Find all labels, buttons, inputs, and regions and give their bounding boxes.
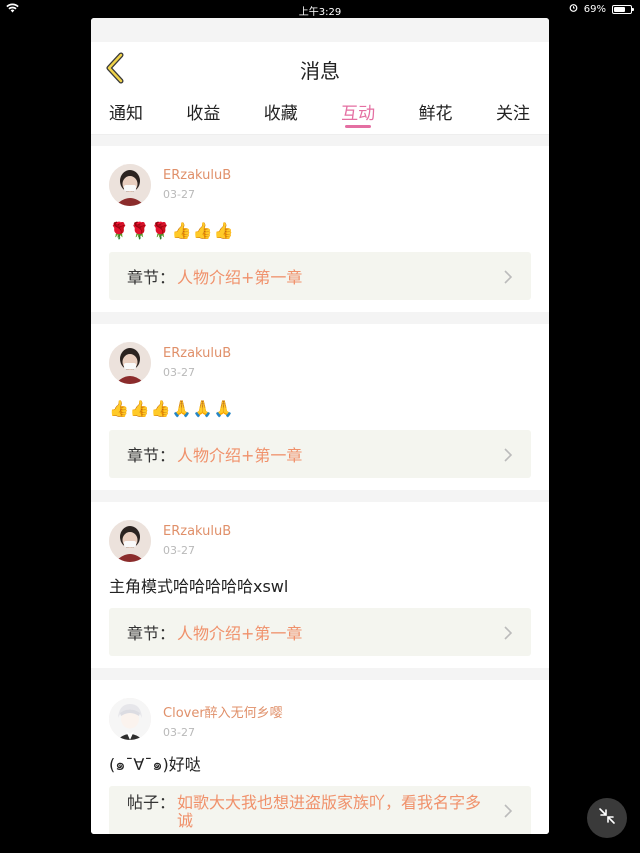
chevron-right-icon xyxy=(503,803,513,818)
message-date: 03-27 xyxy=(163,188,195,201)
reference-title: 人物介绍+第一章 xyxy=(177,446,303,465)
header-bar: 消息 xyxy=(91,42,549,94)
username[interactable]: ERzakuluB xyxy=(163,524,231,539)
battery-percent: 69% xyxy=(583,3,606,15)
tab-interactions[interactable]: 互动 xyxy=(341,94,375,134)
message-date: 03-27 xyxy=(163,726,195,739)
message-date: 03-27 xyxy=(163,544,195,557)
message-list: ERzakuluB 03-27 🌹🌹🌹👍👍👍 章节： 人物介绍+第一章 ERza… xyxy=(91,135,549,834)
chevron-right-icon xyxy=(503,269,513,284)
message-card: ERzakuluB 03-27 👍👍👍🙏🙏🙏 章节： 人物介绍+第一章 xyxy=(91,324,549,490)
reference-title: 如歌大大我也想进盗版家族吖，看我名字多诚 xyxy=(177,793,482,830)
tab-bar: 通知 收益 收藏 互动 鲜花 关注 xyxy=(91,94,549,135)
tab-following[interactable]: 关注 xyxy=(496,94,530,134)
chevron-right-icon xyxy=(503,625,513,640)
message-content: 主角模式哈哈哈哈哈xswl xyxy=(109,577,289,596)
avatar[interactable] xyxy=(109,698,151,740)
message-content: 🌹🌹🌹👍👍👍 xyxy=(109,221,235,240)
post-link[interactable]: 帖子： 如歌大大我也想进盗版家族吖，看我名字多诚 xyxy=(109,786,531,834)
message-date: 03-27 xyxy=(163,366,195,379)
reference-label: 章节： xyxy=(127,624,176,643)
avatar[interactable] xyxy=(109,164,151,206)
reference-label: 帖子： xyxy=(127,793,176,812)
reference-title: 人物介绍+第一章 xyxy=(177,624,303,643)
status-time: 上午3:29 xyxy=(298,7,342,18)
message-user: ERzakuluB 03-27 xyxy=(109,520,531,566)
message-user: ERzakuluB 03-27 xyxy=(109,342,531,388)
message-content: 👍👍👍🙏🙏🙏 xyxy=(109,399,235,418)
collapse-window-button[interactable] xyxy=(587,798,627,838)
message-content: (๑¯∀¯๑)好哒 xyxy=(109,755,201,774)
message-card: ERzakuluB 03-27 🌹🌹🌹👍👍👍 章节： 人物介绍+第一章 xyxy=(91,146,549,312)
username[interactable]: ERzakuluB xyxy=(163,346,231,361)
message-card: ERzakuluB 03-27 主角模式哈哈哈哈哈xswl 章节： 人物介绍+第… xyxy=(91,502,549,668)
username[interactable]: ERzakuluB xyxy=(163,168,231,183)
tab-flowers[interactable]: 鲜花 xyxy=(419,94,453,134)
username[interactable]: Clover醉入无何乡嘤 xyxy=(163,702,283,721)
app-window: 消息 通知 收益 收藏 互动 鲜花 关注 ERzakuluB 03-27 🌹🌹🌹… xyxy=(91,18,549,834)
status-bar: 上午3:29 69% xyxy=(0,0,640,18)
top-strip xyxy=(91,18,549,42)
chapter-link[interactable]: 章节： 人物介绍+第一章 xyxy=(109,252,531,300)
tab-favorites[interactable]: 收藏 xyxy=(264,94,298,134)
tab-earnings[interactable]: 收益 xyxy=(186,94,220,134)
page-title: 消息 xyxy=(300,59,340,83)
chapter-link[interactable]: 章节： 人物介绍+第一章 xyxy=(109,608,531,656)
avatar[interactable] xyxy=(109,342,151,384)
message-user: ERzakuluB 03-27 xyxy=(109,164,531,210)
reference-title: 人物介绍+第一章 xyxy=(177,268,303,287)
collapse-arrows-icon xyxy=(597,806,617,830)
chapter-link[interactable]: 章节： 人物介绍+第一章 xyxy=(109,430,531,478)
message-user: Clover醉入无何乡嘤 03-27 xyxy=(109,698,531,744)
reference-label: 章节： xyxy=(127,446,176,465)
alarm-icon xyxy=(569,3,578,15)
battery-icon xyxy=(612,4,634,14)
tab-notifications[interactable]: 通知 xyxy=(109,94,143,134)
reference-label: 章节： xyxy=(127,268,176,287)
message-card: Clover醉入无何乡嘤 03-27 (๑¯∀¯๑)好哒 帖子： 如歌大大我也想… xyxy=(91,680,549,834)
avatar[interactable] xyxy=(109,520,151,562)
chevron-right-icon xyxy=(503,447,513,462)
